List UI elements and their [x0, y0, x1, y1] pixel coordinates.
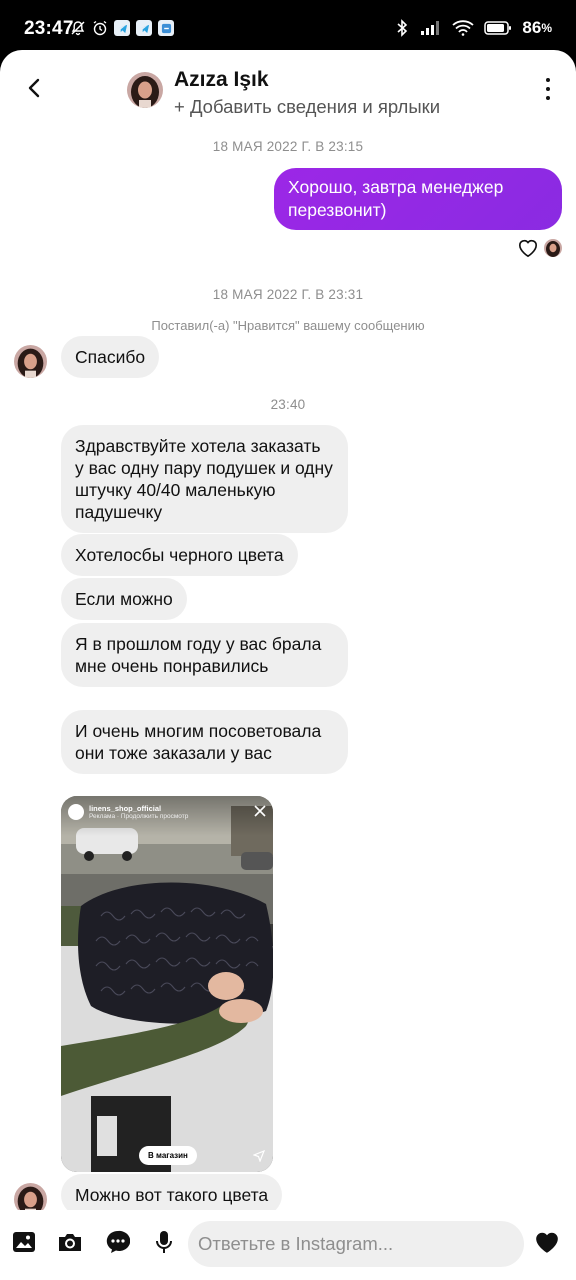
add-details-link[interactable]: + Добавить сведения и ярлыки — [174, 96, 440, 118]
message-input[interactable]: Ответьте в Instagram... — [188, 1221, 524, 1267]
shared-post[interactable]: linens_shop_official Реклама · Продолжит… — [61, 796, 273, 1172]
more-dot — [546, 96, 550, 100]
telegram-icon — [136, 20, 152, 36]
camera-button[interactable] — [56, 1228, 84, 1256]
status-bar: 23:47 86% — [0, 0, 576, 56]
bluetooth-icon — [397, 19, 408, 37]
back-button[interactable] — [20, 74, 48, 102]
more-vertical-icon — [546, 78, 550, 82]
chat-screen: Azıza Işık + Добавить сведения и ярлыки … — [0, 50, 576, 1280]
post-account[interactable]: linens_shop_official — [89, 804, 161, 813]
message-reaction[interactable] — [517, 238, 562, 258]
incoming-message[interactable]: Хотелосбы черного цвета — [61, 534, 298, 576]
message-composer: Ответьте в Instagram... — [0, 1210, 576, 1280]
battery-icon — [484, 21, 512, 35]
incoming-message[interactable]: И очень многим посоветовала они тоже зак… — [61, 710, 348, 774]
incoming-message[interactable]: Я в прошлом году у вас брала мне очень п… — [61, 623, 348, 687]
voice-button[interactable] — [150, 1228, 178, 1256]
timestamp: 18 МАЯ 2022 Г. В 23:31 — [212, 287, 364, 302]
timestamp: 18 МАЯ 2022 Г. В 23:15 — [212, 139, 364, 154]
more-options-button[interactable] — [544, 78, 552, 100]
reactor-avatar — [544, 239, 562, 257]
status-time: 23:47 — [24, 18, 74, 39]
back-arrow-icon — [28, 78, 40, 98]
battery-percent: 86 — [522, 18, 542, 37]
gallery-icon — [13, 1232, 35, 1252]
gallery-button[interactable] — [10, 1228, 38, 1256]
sticker-button[interactable] — [104, 1228, 132, 1256]
camera-icon — [59, 1234, 81, 1251]
heart-filled-icon — [536, 1232, 558, 1253]
contact-name[interactable]: Azıza Işık — [174, 68, 269, 92]
wifi-icon — [452, 20, 475, 36]
account-logo-icon — [68, 804, 84, 820]
battery-percent-sign: % — [541, 21, 552, 35]
like-button[interactable] — [533, 1228, 561, 1256]
share-icon[interactable] — [253, 1150, 265, 1162]
incoming-message[interactable]: Здравствуйте хотела заказать у вас одну … — [61, 425, 348, 533]
outgoing-message[interactable]: Хорошо, завтра менеджер перезвонит) — [274, 168, 562, 230]
close-icon[interactable] — [253, 804, 267, 818]
more-dot — [546, 87, 550, 91]
mute-bell-icon — [71, 21, 85, 36]
telegram-icon — [114, 20, 130, 36]
sticker-icon — [106, 1230, 130, 1253]
incoming-message[interactable]: Спасибо — [61, 336, 160, 378]
chat-header: Azıza Işık + Добавить сведения и ярлыки — [0, 50, 576, 132]
contact-avatar[interactable] — [127, 72, 163, 108]
incoming-message[interactable]: Если можно — [61, 578, 187, 620]
heart-outline-icon — [518, 239, 538, 258]
system-like-notice: Поставил(-а) "Нравится" вашему сообщению — [151, 318, 425, 333]
post-image — [61, 796, 273, 1172]
post-ad-label: Реклама · Продолжить просмотр — [89, 813, 189, 820]
timestamp: 23:40 — [270, 397, 306, 412]
app-notification-icon — [158, 20, 174, 36]
alarm-icon — [93, 20, 107, 36]
shop-button[interactable]: В магазин — [139, 1146, 197, 1165]
signal-icon — [421, 21, 440, 35]
sender-avatar[interactable] — [14, 345, 47, 378]
microphone-icon — [156, 1231, 172, 1253]
